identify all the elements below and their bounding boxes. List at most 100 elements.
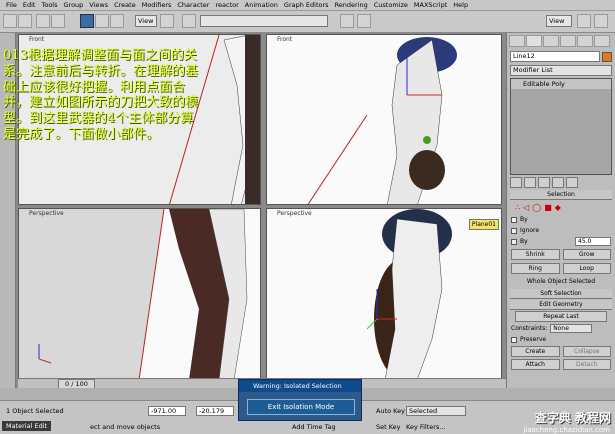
named-selection-dropdown[interactable] bbox=[200, 15, 328, 27]
utilities-tab-icon[interactable] bbox=[594, 35, 610, 47]
by-angle-label: By bbox=[520, 238, 528, 245]
viewport-label[interactable]: Perspective bbox=[29, 210, 64, 217]
ignore-backfacing-row: Ignore bbox=[507, 225, 615, 236]
x-coordinate-field[interactable]: -971.00 bbox=[148, 406, 186, 416]
vertex-icon[interactable]: ∴ bbox=[515, 203, 520, 212]
render-view-dropdown[interactable]: View bbox=[546, 15, 572, 27]
ignore-backfacing-checkbox[interactable] bbox=[511, 227, 517, 234]
menu-character[interactable]: Character bbox=[177, 1, 209, 9]
add-time-tag[interactable]: Add Time Tag bbox=[292, 423, 336, 431]
constraints-dropdown[interactable]: None bbox=[550, 324, 593, 333]
select-icon[interactable] bbox=[51, 14, 65, 28]
set-key-button[interactable]: Set Key bbox=[376, 423, 401, 431]
shrink-grow-row: Shrink Grow bbox=[507, 247, 615, 262]
object-tag-plane: Plane01 bbox=[468, 219, 499, 230]
preserve-uvs-checkbox[interactable] bbox=[511, 336, 517, 343]
configure-modifier-icon[interactable] bbox=[566, 177, 578, 188]
y-coordinate-field[interactable]: -20.179 bbox=[196, 406, 234, 416]
by-vertex-checkbox[interactable] bbox=[511, 216, 517, 223]
command-tabs bbox=[507, 33, 615, 49]
hierarchy-tab-icon[interactable] bbox=[543, 35, 559, 47]
viewport-perspective-left[interactable]: Perspective bbox=[18, 208, 261, 379]
by-angle-checkbox[interactable] bbox=[511, 238, 517, 245]
edge-icon[interactable]: ◁ bbox=[523, 203, 529, 212]
undo-icon[interactable] bbox=[3, 14, 17, 28]
weapon-perspective-graphic bbox=[366, 209, 452, 378]
stack-item-editable-poly[interactable]: Editable Poly bbox=[511, 79, 611, 89]
menu-file[interactable]: File bbox=[6, 1, 17, 9]
menu-customize[interactable]: Customize bbox=[374, 1, 408, 9]
menu-group[interactable]: Group bbox=[64, 1, 84, 9]
create-tab-icon[interactable] bbox=[509, 35, 525, 47]
attach-detach-row: Attach Detach bbox=[507, 358, 615, 371]
make-unique-icon[interactable] bbox=[538, 177, 550, 188]
key-mode-dropdown[interactable]: Selected bbox=[406, 406, 466, 416]
border-icon[interactable]: ◯ bbox=[532, 203, 541, 212]
ring-loop-row: Ring Loop bbox=[507, 262, 615, 275]
pin-stack-icon[interactable] bbox=[510, 177, 522, 188]
edit-geometry-rollout-header[interactable]: Edit Geometry bbox=[510, 300, 612, 310]
menu-animation[interactable]: Animation bbox=[245, 1, 278, 9]
key-filters-button[interactable]: Key Filters... bbox=[406, 423, 446, 431]
angle-value-field[interactable]: 45.0 bbox=[575, 237, 611, 246]
menu-edit[interactable]: Edit bbox=[23, 1, 36, 9]
object-color-swatch[interactable] bbox=[602, 51, 612, 62]
modify-tab-icon[interactable] bbox=[526, 35, 542, 47]
menu-help[interactable]: Help bbox=[453, 1, 468, 9]
rotate-icon[interactable] bbox=[95, 14, 109, 28]
viewport-label[interactable]: Perspective bbox=[277, 210, 312, 217]
ring-button[interactable]: Ring bbox=[511, 263, 560, 274]
auto-key-button[interactable]: Auto Key bbox=[376, 407, 405, 415]
remove-modifier-icon[interactable] bbox=[552, 177, 564, 188]
detach-button[interactable]: Detach bbox=[562, 359, 611, 370]
move-icon[interactable] bbox=[80, 14, 94, 28]
reference-coord-dropdown[interactable]: View bbox=[135, 15, 157, 27]
selection-status: Whole Object Selected bbox=[526, 278, 596, 285]
menu-reactor[interactable]: reactor bbox=[215, 1, 238, 9]
viewport-label[interactable]: Front bbox=[277, 36, 292, 43]
render-icon[interactable] bbox=[594, 14, 608, 28]
quick-render-icon[interactable] bbox=[577, 14, 591, 28]
scale-icon[interactable] bbox=[110, 14, 124, 28]
repeat-last-button[interactable]: Repeat Last bbox=[515, 311, 607, 322]
grow-button[interactable]: Grow bbox=[562, 249, 611, 260]
by-vertex-row: By bbox=[507, 214, 615, 225]
display-tab-icon[interactable] bbox=[577, 35, 593, 47]
viewport-perspective-right[interactable]: Perspective Plane01 bbox=[266, 208, 502, 379]
shrink-button[interactable]: Shrink bbox=[511, 249, 560, 260]
menu-graph-editors[interactable]: Graph Editors bbox=[284, 1, 329, 9]
collapse-button[interactable]: Collapse bbox=[562, 346, 611, 357]
modifier-list-dropdown[interactable]: Modifier List bbox=[510, 65, 612, 76]
loop-button[interactable]: Loop bbox=[562, 263, 611, 274]
mirror-icon[interactable] bbox=[182, 14, 196, 28]
menu-rendering[interactable]: Rendering bbox=[335, 1, 368, 9]
redo-icon[interactable] bbox=[18, 14, 32, 28]
exit-isolation-button[interactable]: Exit Isolation Mode bbox=[247, 399, 355, 415]
tutorial-overlay-text: 013根据理解调整面与面之间的关系。注意前后与转折。在理解的基础上应该很好把握。… bbox=[3, 48, 199, 142]
polygon-icon[interactable]: ■ bbox=[544, 203, 552, 212]
menu-create[interactable]: Create bbox=[114, 1, 136, 9]
motion-tab-icon[interactable] bbox=[560, 35, 576, 47]
element-icon[interactable]: ◆ bbox=[555, 203, 561, 212]
soft-selection-rollout-header[interactable]: Soft Selection bbox=[510, 289, 612, 299]
preserve-uvs-row: Preserve bbox=[507, 334, 615, 345]
material-editor-taskbar-item[interactable]: Material Edit bbox=[2, 421, 52, 431]
link-icon[interactable] bbox=[36, 14, 50, 28]
material-icon[interactable] bbox=[340, 14, 354, 28]
prompt-line: ect and move objects bbox=[90, 423, 161, 431]
viewport-front-right[interactable]: Front bbox=[266, 34, 502, 205]
selection-rollout-header[interactable]: Selection bbox=[510, 190, 612, 200]
menu-bar: File Edit Tools Group Views Create Modif… bbox=[0, 0, 615, 11]
menu-tools[interactable]: Tools bbox=[41, 1, 57, 9]
render-setup-icon[interactable] bbox=[357, 14, 371, 28]
menu-views[interactable]: Views bbox=[89, 1, 108, 9]
menu-maxscript[interactable]: MAXScript bbox=[414, 1, 447, 9]
create-button[interactable]: Create bbox=[511, 346, 560, 357]
pivot-icon[interactable] bbox=[160, 14, 174, 28]
viewport-label[interactable]: Front bbox=[29, 36, 44, 43]
menu-modifiers[interactable]: Modifiers bbox=[142, 1, 172, 9]
object-name-field[interactable]: Line12 bbox=[510, 51, 600, 62]
show-end-result-icon[interactable] bbox=[524, 177, 536, 188]
watermark-logo: 查字典 教程网 bbox=[534, 411, 611, 425]
attach-button[interactable]: Attach bbox=[511, 359, 560, 370]
